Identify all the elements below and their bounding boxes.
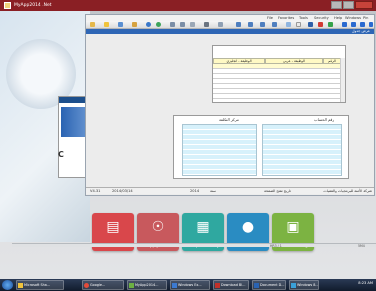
form-title-bar: عرض جدول <box>86 29 374 34</box>
maximize-button[interactable] <box>343 1 354 9</box>
pdf-icon <box>215 283 220 288</box>
grid-icon: ▦ <box>196 219 210 235</box>
main-window: File Favorites Tools Security Help Windo… <box>85 14 375 196</box>
status-year-label: سنة <box>210 189 217 193</box>
nav-next-icon[interactable] <box>360 22 365 27</box>
task-item[interactable]: Download Bl... <box>213 280 249 290</box>
task-item[interactable]: Windows Ex... <box>170 280 210 290</box>
jobs-panel: الوظيفة - انجليزي الوظيفة - عربي الرقم <box>212 45 346 103</box>
task-item[interactable]: Microsoft Sha... <box>16 280 64 290</box>
app-icon <box>129 283 134 288</box>
form-title: عرض جدول <box>351 29 370 33</box>
scrollbar[interactable] <box>340 58 345 102</box>
nav-prev-icon[interactable] <box>351 22 356 27</box>
status-year: 2014 <box>190 189 200 193</box>
filter-icon[interactable] <box>190 22 195 27</box>
search-icon[interactable] <box>170 22 175 27</box>
folder-icon[interactable] <box>90 22 95 27</box>
statusbar: شركة الأمنة للبرمجيات والتقنيات تاريخ تف… <box>86 187 374 194</box>
windows-icon <box>291 283 296 288</box>
menu-favorites[interactable]: Favorites <box>278 16 294 20</box>
bottom-strip: HR3 / 1 5M4 <box>12 243 376 248</box>
strip-left-text: 5M4 <box>358 244 365 248</box>
help-icon[interactable] <box>146 22 151 27</box>
document-icon <box>254 283 259 288</box>
close-button[interactable] <box>355 1 373 9</box>
window-title: MyApp2014 .Net <box>14 3 52 8</box>
cost-center-title: مركز التكلفة <box>219 117 239 122</box>
table-row[interactable] <box>213 94 341 99</box>
minimize-button[interactable] <box>331 1 342 9</box>
menu-pin[interactable]: Pin <box>363 16 368 20</box>
menu-windows[interactable]: Windows <box>345 16 361 20</box>
explorer-icon <box>172 283 177 288</box>
cost-center-grid[interactable] <box>182 124 257 176</box>
toolbar <box>86 21 374 29</box>
status-version: V4.31 <box>90 189 101 193</box>
status-form-label: تاريخ تفتح الصفحة <box>264 189 291 193</box>
account-number-title: رقم الحساب <box>314 117 335 122</box>
accounts-panel: مركز التكلفة رقم الحساب <box>173 115 349 179</box>
nav-last-icon[interactable] <box>369 22 373 27</box>
menu-help[interactable]: Help <box>334 16 342 20</box>
refresh-icon[interactable] <box>156 22 161 27</box>
taskbar: Microsoft Sha... Google... MyApp2014... … <box>0 279 376 291</box>
person-icon: ● <box>241 219 255 235</box>
nav-first-icon[interactable] <box>342 22 347 27</box>
task-item[interactable]: Windows 8... <box>289 280 319 290</box>
chart-icon: ▤ <box>106 219 120 235</box>
browser-icon <box>84 283 89 288</box>
network-icon: ☉ <box>151 219 165 235</box>
strip-right-text: HR3 / 1 <box>270 244 282 248</box>
menu-tools[interactable]: Tools <box>299 16 308 20</box>
export-icon[interactable] <box>218 22 223 27</box>
status-date: 2014/03/14 <box>112 189 133 193</box>
star-icon[interactable] <box>104 22 109 27</box>
factory-icon: ▣ <box>286 219 300 235</box>
zoom-icon[interactable] <box>180 22 185 27</box>
undo-icon[interactable] <box>118 22 123 27</box>
print-icon[interactable] <box>204 22 209 27</box>
taskbar-clock: 8:23 AM <box>358 281 373 285</box>
status-company: شركة الأمنة للبرمجيات والتقنيات <box>323 189 372 193</box>
save-icon[interactable] <box>308 22 313 27</box>
app-icon <box>4 2 11 9</box>
last-icon[interactable] <box>272 22 277 27</box>
new-icon[interactable] <box>296 22 301 27</box>
task-item[interactable]: Google... <box>82 280 124 290</box>
start-button[interactable] <box>2 280 13 290</box>
menu-file[interactable]: File <box>267 16 273 20</box>
task-item[interactable]: Document D... <box>252 280 286 290</box>
delete-icon[interactable] <box>318 22 323 27</box>
first-icon[interactable] <box>236 22 241 27</box>
prev-icon[interactable] <box>248 22 253 27</box>
copy-icon[interactable] <box>286 22 291 27</box>
task-item[interactable]: MyApp2014... <box>127 280 167 290</box>
folder-icon <box>18 283 23 288</box>
key-icon[interactable] <box>132 22 137 27</box>
menu-security[interactable]: Security <box>314 16 329 20</box>
account-grid[interactable] <box>262 124 342 176</box>
title-bar: MyApp2014 .Net <box>0 0 376 11</box>
add-icon[interactable] <box>328 22 333 27</box>
side-brand-text: C <box>58 150 64 159</box>
next-icon[interactable] <box>260 22 265 27</box>
